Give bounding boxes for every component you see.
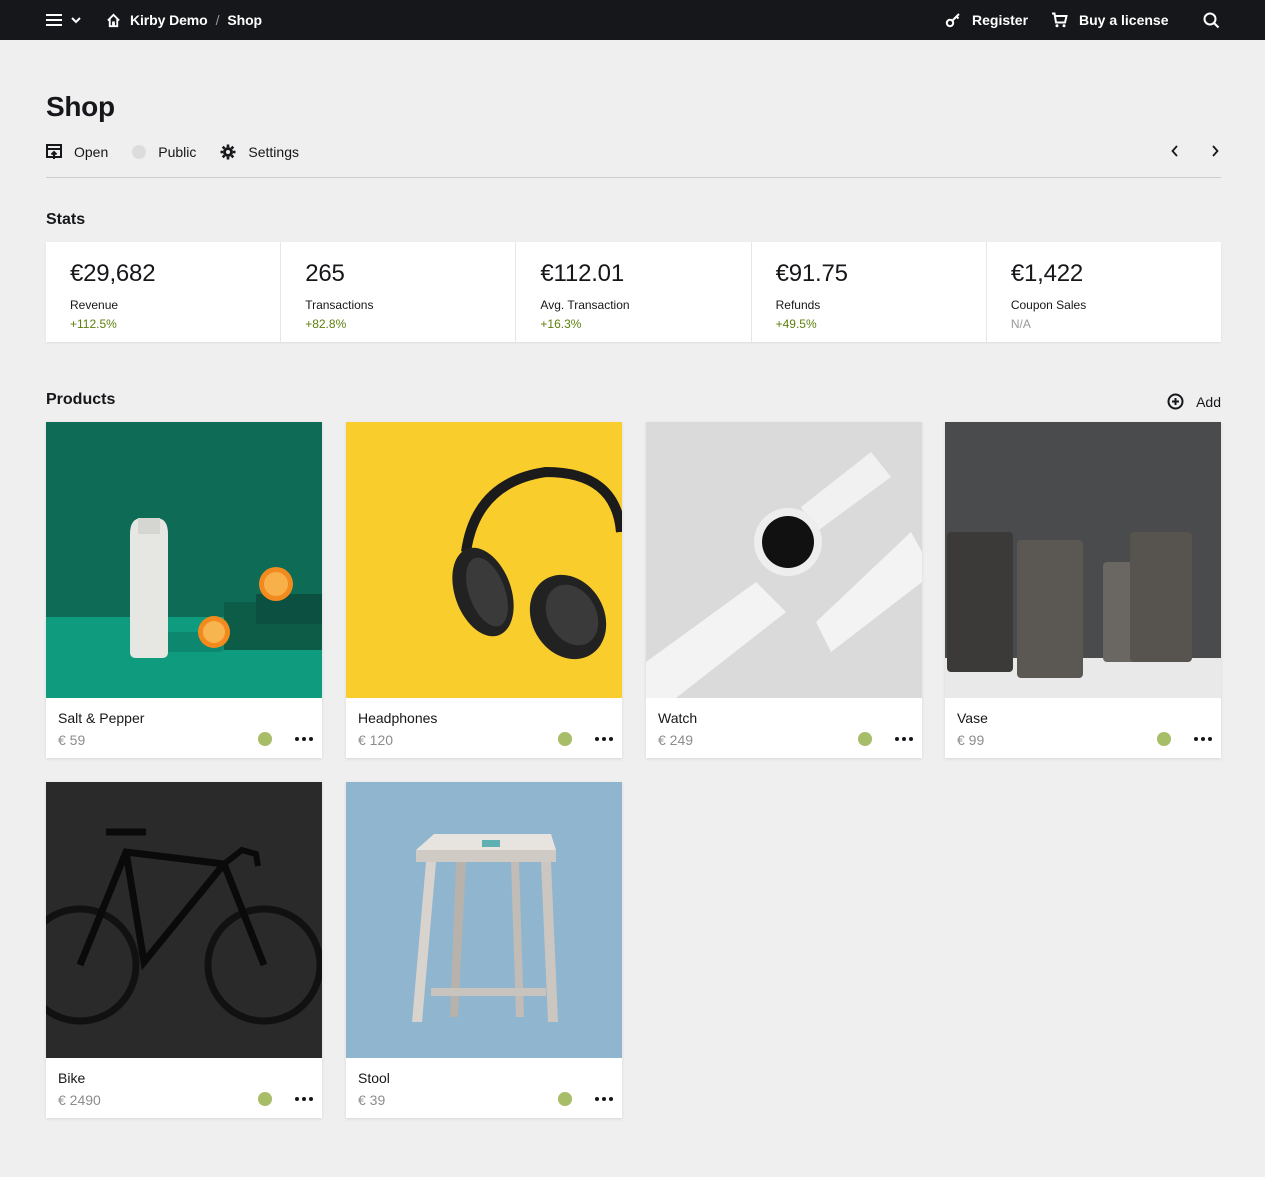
home-icon bbox=[107, 13, 120, 27]
pagination bbox=[1169, 143, 1221, 159]
product-image bbox=[346, 422, 622, 698]
more-options-icon[interactable] bbox=[290, 728, 318, 750]
products-heading: Products bbox=[46, 391, 116, 408]
settings-label: Settings bbox=[248, 144, 299, 160]
product-price: € 99 bbox=[957, 732, 985, 748]
status-label: Public bbox=[158, 144, 197, 160]
stat-label: Coupon Sales bbox=[1010, 298, 1087, 312]
status-dot-icon[interactable] bbox=[558, 1092, 572, 1106]
product-price: € 120 bbox=[358, 732, 394, 748]
product-image bbox=[46, 422, 322, 698]
stat-label: Avg. Transaction bbox=[540, 298, 630, 312]
header-actions: Open Public Settings bbox=[46, 143, 323, 161]
stat-info: +49.5% bbox=[775, 317, 817, 331]
menu-button[interactable] bbox=[46, 10, 88, 30]
product-price: € 249 bbox=[658, 732, 694, 748]
chevron-right-icon bbox=[1212, 145, 1219, 157]
breadcrumb-shop[interactable]: Shop bbox=[227, 12, 262, 28]
stats-heading: Stats bbox=[46, 211, 86, 228]
status-dot-icon bbox=[132, 145, 147, 159]
status-dot-icon[interactable] bbox=[558, 732, 572, 746]
breadcrumb-home[interactable]: Kirby Demo bbox=[106, 12, 208, 28]
stat-label: Revenue bbox=[70, 298, 119, 312]
open-button[interactable]: Open bbox=[46, 144, 108, 160]
stat-avg-transaction: €112.01 Avg. Transaction +16.3% bbox=[516, 242, 752, 342]
chevron-down-icon bbox=[71, 17, 81, 24]
stat-value: €1,422 bbox=[1010, 260, 1084, 287]
product-price: € 2490 bbox=[58, 1092, 101, 1108]
status-dot-icon[interactable] bbox=[858, 732, 872, 746]
product-title: Watch bbox=[658, 710, 698, 726]
open-icon bbox=[46, 144, 62, 159]
breadcrumb-separator: / bbox=[215, 12, 220, 28]
product-title: Vase bbox=[957, 710, 988, 726]
buy-license-button[interactable]: Buy a license bbox=[1051, 12, 1169, 28]
status-dot-icon[interactable] bbox=[1157, 732, 1171, 746]
stat-info: +82.8% bbox=[305, 317, 347, 331]
add-product-button[interactable]: Add bbox=[1167, 393, 1221, 410]
open-label: Open bbox=[74, 144, 109, 160]
product-image bbox=[46, 782, 322, 1058]
key-icon bbox=[945, 13, 960, 28]
search-icon bbox=[1203, 12, 1220, 29]
product-card[interactable]: Bike € 2490 bbox=[46, 782, 322, 1118]
buy-license-label: Buy a license bbox=[1079, 12, 1169, 28]
stat-refunds: €91.75 Refunds +49.5% bbox=[752, 242, 987, 342]
previous-button[interactable] bbox=[1169, 143, 1181, 159]
status-dot-icon[interactable] bbox=[258, 732, 272, 746]
settings-button[interactable]: Settings bbox=[220, 144, 299, 160]
stat-info: N/A bbox=[1010, 317, 1031, 331]
stat-label: Transactions bbox=[305, 298, 374, 312]
cart-icon bbox=[1052, 12, 1068, 28]
stat-transactions: 265 Transactions +82.8% bbox=[281, 242, 517, 342]
status-button[interactable]: Public bbox=[132, 144, 196, 160]
stats-panel: €29,682 Revenue +112.5% 265 Transactions… bbox=[46, 242, 1221, 342]
topbar: Kirby Demo / Shop Register Buy a license bbox=[0, 0, 1265, 40]
product-card[interactable]: Salt & Pepper € 59 bbox=[46, 422, 322, 758]
product-card[interactable]: Headphones € 120 bbox=[346, 422, 622, 758]
breadcrumb: Kirby Demo / Shop bbox=[106, 0, 262, 40]
stat-value: €91.75 bbox=[775, 260, 848, 287]
stat-revenue: €29,682 Revenue +112.5% bbox=[46, 242, 282, 342]
search-button[interactable] bbox=[1203, 12, 1220, 29]
stat-value: €29,682 bbox=[70, 260, 156, 287]
product-price: € 59 bbox=[58, 732, 86, 748]
more-options-icon[interactable] bbox=[890, 728, 918, 750]
page-title: Shop bbox=[46, 91, 115, 122]
breadcrumb-site: Kirby Demo bbox=[130, 12, 208, 28]
more-options-icon[interactable] bbox=[1189, 728, 1217, 750]
product-image bbox=[945, 422, 1221, 698]
stat-coupon-sales: €1,422 Coupon Sales N/A bbox=[987, 242, 1221, 342]
product-card[interactable]: Watch € 249 bbox=[646, 422, 922, 758]
product-title: Headphones bbox=[358, 710, 438, 726]
gear-icon bbox=[220, 144, 236, 160]
stat-info: +112.5% bbox=[70, 317, 117, 331]
product-image bbox=[346, 782, 622, 1058]
chevron-left-icon bbox=[1171, 145, 1178, 157]
stat-value: 265 bbox=[305, 260, 345, 287]
product-image bbox=[646, 422, 922, 698]
more-options-icon[interactable] bbox=[290, 1088, 318, 1110]
more-options-icon[interactable] bbox=[590, 1088, 618, 1110]
product-title: Bike bbox=[58, 1070, 86, 1086]
product-card[interactable]: Vase € 99 bbox=[945, 422, 1221, 758]
add-label: Add bbox=[1196, 393, 1221, 410]
status-dot-icon[interactable] bbox=[258, 1092, 272, 1106]
stat-info: +16.3% bbox=[540, 317, 582, 331]
stat-label: Refunds bbox=[775, 298, 821, 312]
register-button[interactable]: Register bbox=[945, 12, 1028, 28]
product-title: Salt & Pepper bbox=[58, 710, 145, 726]
stat-value: €112.01 bbox=[540, 260, 624, 287]
header-divider bbox=[46, 177, 1221, 178]
add-icon bbox=[1167, 393, 1184, 410]
product-price: € 39 bbox=[358, 1092, 386, 1108]
hamburger-icon bbox=[46, 14, 62, 26]
next-button[interactable] bbox=[1209, 143, 1221, 159]
product-title: Stool bbox=[358, 1070, 390, 1086]
more-options-icon[interactable] bbox=[590, 728, 618, 750]
product-card[interactable]: Stool € 39 bbox=[346, 782, 622, 1118]
register-label: Register bbox=[972, 12, 1029, 28]
